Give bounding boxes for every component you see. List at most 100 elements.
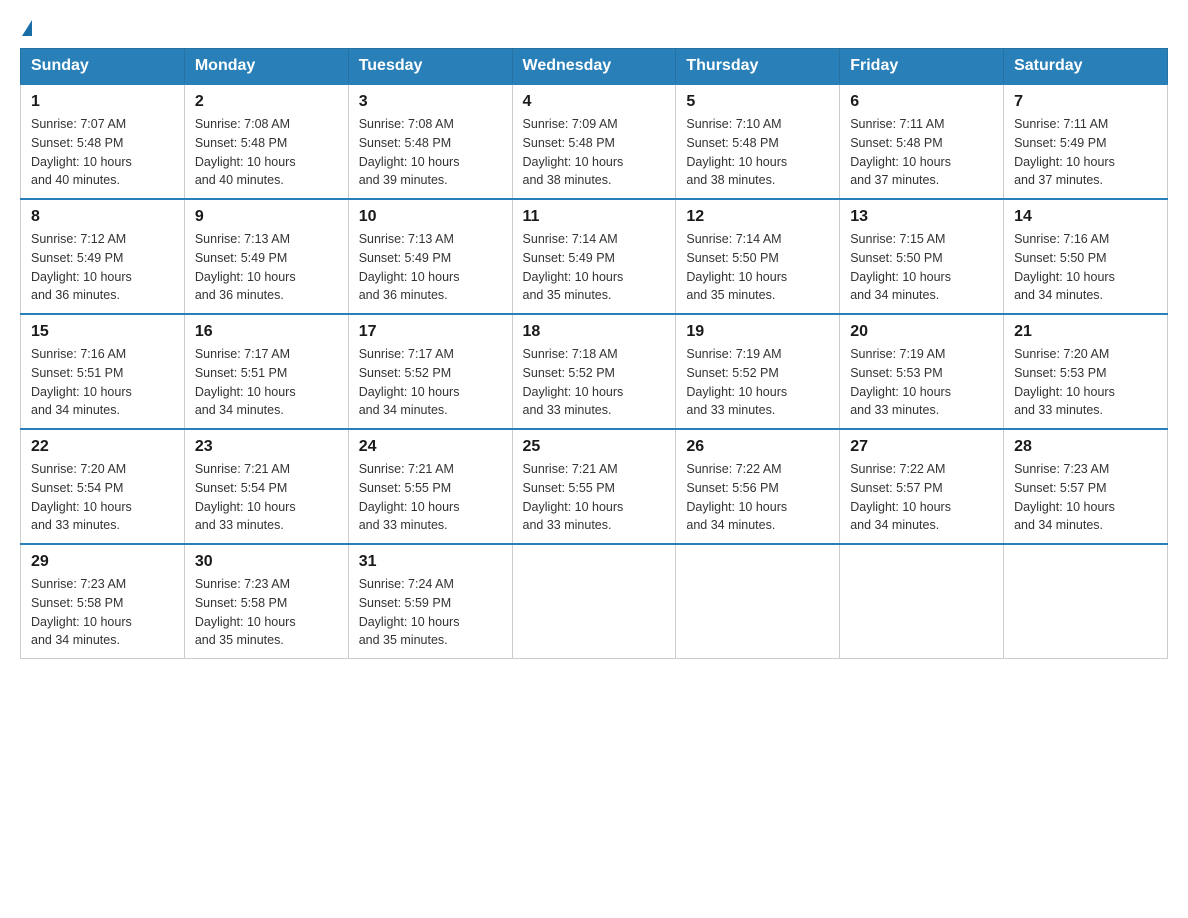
day-number: 18 (523, 323, 666, 341)
day-number: 19 (686, 323, 829, 341)
week-row-1: 1 Sunrise: 7:07 AM Sunset: 5:48 PM Dayli… (21, 84, 1168, 199)
day-cell: 9 Sunrise: 7:13 AM Sunset: 5:49 PM Dayli… (184, 199, 348, 314)
day-info: Sunrise: 7:08 AM Sunset: 5:48 PM Dayligh… (195, 115, 338, 190)
day-cell: 23 Sunrise: 7:21 AM Sunset: 5:54 PM Dayl… (184, 429, 348, 544)
day-cell: 3 Sunrise: 7:08 AM Sunset: 5:48 PM Dayli… (348, 84, 512, 199)
day-cell (512, 544, 676, 659)
day-info: Sunrise: 7:24 AM Sunset: 5:59 PM Dayligh… (359, 575, 502, 650)
day-cell: 4 Sunrise: 7:09 AM Sunset: 5:48 PM Dayli… (512, 84, 676, 199)
day-cell (840, 544, 1004, 659)
day-number: 17 (359, 323, 502, 341)
header-friday: Friday (840, 49, 1004, 85)
page-header (20, 20, 1168, 32)
day-number: 3 (359, 93, 502, 111)
day-cell (676, 544, 840, 659)
header-thursday: Thursday (676, 49, 840, 85)
day-number: 29 (31, 553, 174, 571)
day-info: Sunrise: 7:18 AM Sunset: 5:52 PM Dayligh… (523, 345, 666, 420)
header-saturday: Saturday (1004, 49, 1168, 85)
day-info: Sunrise: 7:17 AM Sunset: 5:51 PM Dayligh… (195, 345, 338, 420)
day-info: Sunrise: 7:12 AM Sunset: 5:49 PM Dayligh… (31, 230, 174, 305)
day-number: 15 (31, 323, 174, 341)
day-info: Sunrise: 7:16 AM Sunset: 5:51 PM Dayligh… (31, 345, 174, 420)
day-number: 1 (31, 93, 174, 111)
day-info: Sunrise: 7:21 AM Sunset: 5:54 PM Dayligh… (195, 460, 338, 535)
day-info: Sunrise: 7:23 AM Sunset: 5:57 PM Dayligh… (1014, 460, 1157, 535)
logo-triangle-icon (22, 20, 32, 36)
day-cell: 18 Sunrise: 7:18 AM Sunset: 5:52 PM Dayl… (512, 314, 676, 429)
day-cell: 14 Sunrise: 7:16 AM Sunset: 5:50 PM Dayl… (1004, 199, 1168, 314)
day-cell: 28 Sunrise: 7:23 AM Sunset: 5:57 PM Dayl… (1004, 429, 1168, 544)
day-cell: 5 Sunrise: 7:10 AM Sunset: 5:48 PM Dayli… (676, 84, 840, 199)
header-tuesday: Tuesday (348, 49, 512, 85)
calendar-table: SundayMondayTuesdayWednesdayThursdayFrid… (20, 48, 1168, 659)
week-row-5: 29 Sunrise: 7:23 AM Sunset: 5:58 PM Dayl… (21, 544, 1168, 659)
day-cell: 1 Sunrise: 7:07 AM Sunset: 5:48 PM Dayli… (21, 84, 185, 199)
day-info: Sunrise: 7:22 AM Sunset: 5:56 PM Dayligh… (686, 460, 829, 535)
day-number: 8 (31, 208, 174, 226)
day-cell: 29 Sunrise: 7:23 AM Sunset: 5:58 PM Dayl… (21, 544, 185, 659)
day-number: 14 (1014, 208, 1157, 226)
header-sunday: Sunday (21, 49, 185, 85)
day-cell: 26 Sunrise: 7:22 AM Sunset: 5:56 PM Dayl… (676, 429, 840, 544)
day-cell: 31 Sunrise: 7:24 AM Sunset: 5:59 PM Dayl… (348, 544, 512, 659)
day-info: Sunrise: 7:19 AM Sunset: 5:52 PM Dayligh… (686, 345, 829, 420)
logo-text (20, 20, 34, 36)
day-cell: 8 Sunrise: 7:12 AM Sunset: 5:49 PM Dayli… (21, 199, 185, 314)
day-number: 10 (359, 208, 502, 226)
week-row-2: 8 Sunrise: 7:12 AM Sunset: 5:49 PM Dayli… (21, 199, 1168, 314)
day-cell: 24 Sunrise: 7:21 AM Sunset: 5:55 PM Dayl… (348, 429, 512, 544)
day-info: Sunrise: 7:20 AM Sunset: 5:53 PM Dayligh… (1014, 345, 1157, 420)
day-cell: 6 Sunrise: 7:11 AM Sunset: 5:48 PM Dayli… (840, 84, 1004, 199)
day-info: Sunrise: 7:13 AM Sunset: 5:49 PM Dayligh… (195, 230, 338, 305)
day-info: Sunrise: 7:21 AM Sunset: 5:55 PM Dayligh… (523, 460, 666, 535)
day-info: Sunrise: 7:20 AM Sunset: 5:54 PM Dayligh… (31, 460, 174, 535)
day-cell: 30 Sunrise: 7:23 AM Sunset: 5:58 PM Dayl… (184, 544, 348, 659)
day-info: Sunrise: 7:14 AM Sunset: 5:50 PM Dayligh… (686, 230, 829, 305)
day-cell (1004, 544, 1168, 659)
day-number: 24 (359, 438, 502, 456)
day-number: 28 (1014, 438, 1157, 456)
day-number: 12 (686, 208, 829, 226)
day-number: 20 (850, 323, 993, 341)
day-cell: 16 Sunrise: 7:17 AM Sunset: 5:51 PM Dayl… (184, 314, 348, 429)
day-info: Sunrise: 7:09 AM Sunset: 5:48 PM Dayligh… (523, 115, 666, 190)
day-number: 2 (195, 93, 338, 111)
day-number: 21 (1014, 323, 1157, 341)
header-row: SundayMondayTuesdayWednesdayThursdayFrid… (21, 49, 1168, 85)
day-cell: 27 Sunrise: 7:22 AM Sunset: 5:57 PM Dayl… (840, 429, 1004, 544)
day-number: 11 (523, 208, 666, 226)
day-info: Sunrise: 7:19 AM Sunset: 5:53 PM Dayligh… (850, 345, 993, 420)
day-number: 13 (850, 208, 993, 226)
week-row-3: 15 Sunrise: 7:16 AM Sunset: 5:51 PM Dayl… (21, 314, 1168, 429)
header-wednesday: Wednesday (512, 49, 676, 85)
day-number: 6 (850, 93, 993, 111)
day-cell: 15 Sunrise: 7:16 AM Sunset: 5:51 PM Dayl… (21, 314, 185, 429)
day-info: Sunrise: 7:22 AM Sunset: 5:57 PM Dayligh… (850, 460, 993, 535)
day-cell: 7 Sunrise: 7:11 AM Sunset: 5:49 PM Dayli… (1004, 84, 1168, 199)
day-info: Sunrise: 7:14 AM Sunset: 5:49 PM Dayligh… (523, 230, 666, 305)
logo (20, 20, 34, 32)
day-info: Sunrise: 7:23 AM Sunset: 5:58 PM Dayligh… (195, 575, 338, 650)
day-number: 9 (195, 208, 338, 226)
day-info: Sunrise: 7:07 AM Sunset: 5:48 PM Dayligh… (31, 115, 174, 190)
day-cell: 20 Sunrise: 7:19 AM Sunset: 5:53 PM Dayl… (840, 314, 1004, 429)
day-cell: 22 Sunrise: 7:20 AM Sunset: 5:54 PM Dayl… (21, 429, 185, 544)
day-number: 23 (195, 438, 338, 456)
day-info: Sunrise: 7:17 AM Sunset: 5:52 PM Dayligh… (359, 345, 502, 420)
day-info: Sunrise: 7:16 AM Sunset: 5:50 PM Dayligh… (1014, 230, 1157, 305)
day-info: Sunrise: 7:08 AM Sunset: 5:48 PM Dayligh… (359, 115, 502, 190)
day-info: Sunrise: 7:10 AM Sunset: 5:48 PM Dayligh… (686, 115, 829, 190)
day-info: Sunrise: 7:11 AM Sunset: 5:49 PM Dayligh… (1014, 115, 1157, 190)
day-number: 27 (850, 438, 993, 456)
day-cell: 25 Sunrise: 7:21 AM Sunset: 5:55 PM Dayl… (512, 429, 676, 544)
day-info: Sunrise: 7:23 AM Sunset: 5:58 PM Dayligh… (31, 575, 174, 650)
day-number: 7 (1014, 93, 1157, 111)
day-cell: 2 Sunrise: 7:08 AM Sunset: 5:48 PM Dayli… (184, 84, 348, 199)
day-info: Sunrise: 7:13 AM Sunset: 5:49 PM Dayligh… (359, 230, 502, 305)
day-number: 25 (523, 438, 666, 456)
day-cell: 19 Sunrise: 7:19 AM Sunset: 5:52 PM Dayl… (676, 314, 840, 429)
week-row-4: 22 Sunrise: 7:20 AM Sunset: 5:54 PM Dayl… (21, 429, 1168, 544)
day-cell: 13 Sunrise: 7:15 AM Sunset: 5:50 PM Dayl… (840, 199, 1004, 314)
day-cell: 11 Sunrise: 7:14 AM Sunset: 5:49 PM Dayl… (512, 199, 676, 314)
